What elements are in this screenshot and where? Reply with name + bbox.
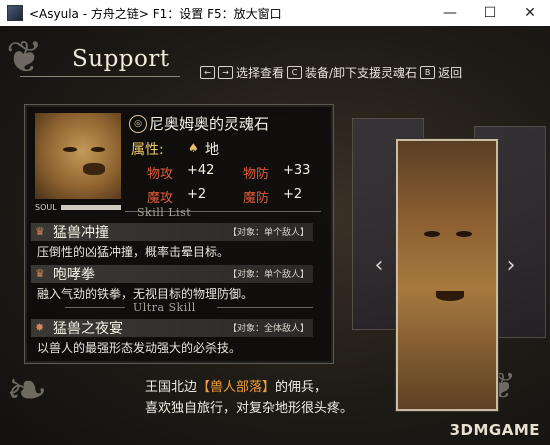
attribute-label: 属性: xyxy=(131,142,164,158)
portrait-muzzle xyxy=(83,163,105,175)
skill-description: 压倒性的凶猛冲撞，概率击晕目标。 xyxy=(37,245,230,259)
stat-value-patk: +42 xyxy=(187,163,215,178)
close-button[interactable]: ✕ xyxy=(510,0,550,26)
soul-gauge-fill xyxy=(61,205,121,210)
stat-label-mdef: 魔防 xyxy=(243,191,270,206)
window-titlebar: <Asyula - 方舟之链> F1：设置 F5：放大窗口 — ☐ ✕ xyxy=(0,0,550,26)
ultra-divider-left xyxy=(65,307,125,308)
page-title: Support xyxy=(72,46,170,72)
window-title: <Asyula - 方舟之链> F1：设置 F5：放大窗口 xyxy=(29,6,282,21)
skill-name: 猛兽之夜宴 xyxy=(53,321,123,337)
portrait-eye xyxy=(91,147,105,152)
ultra-skill-row[interactable]: ✸ 猛兽之夜宴 【对象：全体敌人】 xyxy=(31,319,313,337)
skill-target: 【对象：单个敌人】 xyxy=(227,228,309,238)
card-portrait-mouth xyxy=(436,291,464,301)
previous-arrow-icon[interactable]: ‹ xyxy=(368,251,390,281)
header-divider xyxy=(20,76,180,77)
beast-skill-icon: ♛ xyxy=(35,225,45,238)
soul-gauge xyxy=(61,205,121,210)
stat-value-pdef: +33 xyxy=(283,163,311,178)
app-icon xyxy=(7,5,23,21)
controls-help: ← → 选择查看 C 装备/卸下支援灵魂石 B 返回 xyxy=(200,64,462,81)
portrait-eye xyxy=(63,147,77,152)
stat-value-mdef: +2 xyxy=(283,187,303,202)
ultra-skill-icon: ✸ xyxy=(35,321,45,334)
attribute-value: 地 xyxy=(205,142,219,158)
description-line-2: 喜欢独自旅行，对复杂地形很头疼。 xyxy=(145,401,354,416)
skill-name: 猛兽冲撞 xyxy=(53,225,109,241)
ultra-divider-right xyxy=(217,307,313,308)
stat-label-patk: 物攻 xyxy=(147,167,174,182)
minimize-button[interactable]: — xyxy=(430,0,470,26)
card-portrait-eye xyxy=(456,231,472,237)
skill-target: 【对象：单个敌人】 xyxy=(227,270,309,280)
soul-stone-name: 尼奥姆奥的灵魂石 xyxy=(149,115,270,133)
beast-skill-icon: ♛ xyxy=(35,267,45,280)
earth-attribute-icon: ♠ xyxy=(188,141,199,155)
skill-row[interactable]: ♛ 咆哮拳 【对象：单个敌人】 xyxy=(31,265,313,283)
skill-row[interactable]: ♛ 猛兽冲撞 【对象：单个敌人】 xyxy=(31,223,313,241)
c-key-icon: C xyxy=(287,66,303,79)
description-text: 的佣兵， xyxy=(275,380,328,395)
description-text: 王国北边 xyxy=(145,380,198,395)
description-line-1: 王国北边【兽人部落】的佣兵， xyxy=(145,376,327,395)
skill-description: 以兽人的最强形态发动强大的必杀技。 xyxy=(37,341,242,355)
watermark: 3DMGAME xyxy=(449,421,540,439)
game-screen: ❦ ❧ ❦ Support ← → 选择查看 C 装备/卸下支援灵魂石 B 返回… xyxy=(0,26,550,445)
help-b-text: 返回 xyxy=(438,66,463,80)
skill-description: 融入气劲的铁拳，无视目标的物理防御。 xyxy=(37,287,254,301)
soul-stone-info-panel: SOUL ◎ 尼奥姆奥的灵魂石 属性: ♠ 地 物攻 +42 物防 +33 魔攻… xyxy=(24,104,334,364)
ultra-skill-label: Ultra Skill xyxy=(133,301,196,314)
next-arrow-icon[interactable]: › xyxy=(500,251,522,281)
soul-label: SOUL xyxy=(35,203,57,212)
selected-soul-stone-card[interactable] xyxy=(396,139,498,411)
faction-highlight: 【兽人部落】 xyxy=(197,380,276,395)
card-portrait-eye xyxy=(424,231,440,237)
b-key-icon: B xyxy=(420,66,436,79)
stat-value-matk: +2 xyxy=(187,187,207,202)
skill-name: 咆哮拳 xyxy=(53,267,95,283)
soul-stone-icon: ◎ xyxy=(129,115,147,133)
maximize-button[interactable]: ☐ xyxy=(470,0,510,26)
skill-target: 【对象：全体敌人】 xyxy=(227,324,309,334)
left-key-icon: ← xyxy=(200,66,215,79)
stat-label-matk: 魔攻 xyxy=(147,191,174,206)
help-nav-text: 选择查看 xyxy=(236,66,285,80)
soul-stone-portrait xyxy=(35,113,121,199)
skill-list-label: Skill List xyxy=(137,206,192,219)
stat-label-pdef: 物防 xyxy=(243,167,270,182)
corner-ornament-icon: ❧ xyxy=(6,361,48,419)
right-key-icon: → xyxy=(218,66,233,79)
help-c-text: 装备/卸下支援灵魂石 xyxy=(305,66,418,80)
